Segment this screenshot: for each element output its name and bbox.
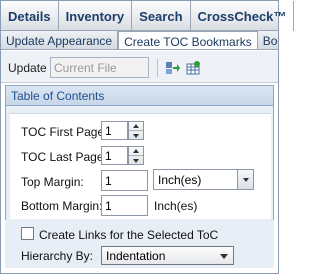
hierarchy-label: Hierarchy By: [21,249,94,263]
panel-title: Table of Contents [6,86,273,106]
subtab-create-toc-bookmarks[interactable]: Create TOC Bookmarks [118,31,258,49]
tab-search[interactable]: Search [132,1,191,31]
chevron-down-icon[interactable] [220,254,228,259]
arrow-right-icon[interactable] [165,60,181,76]
toc-first-page-input[interactable]: 1 [101,121,128,140]
tab-crosscheck[interactable]: CrossCheck™ [191,1,295,31]
spin-down-icon[interactable] [129,156,143,165]
bottom-margin-label: Bottom Margin: [21,199,103,213]
spin-up-icon[interactable] [129,122,143,131]
spin-up-icon[interactable] [129,147,143,156]
update-label: Update [8,61,47,75]
update-input[interactable]: Current File [50,57,149,78]
chevron-down-icon[interactable] [237,170,253,189]
tab-details[interactable]: Details [1,1,59,31]
sub-tab-bar: Update Appearance Create TOC Bookmarks B… [1,31,278,50]
top-margin-label: Top Margin: [21,175,84,189]
toolbar-separator [157,59,158,77]
spin-down-icon[interactable] [129,131,143,140]
toc-first-page-label: TOC First Page: [21,125,108,139]
subtab-update-appearance[interactable]: Update Appearance [1,31,119,49]
toc-first-page-spinner[interactable] [128,121,144,140]
hierarchy-select[interactable]: Indentation [101,246,234,265]
toc-last-page-spinner[interactable] [128,146,144,165]
tab-inventory[interactable]: Inventory [59,1,133,31]
create-links-checkbox[interactable] [21,227,34,240]
toc-last-page-input[interactable]: 1 [101,146,128,165]
create-links-label: Create Links for the Selected ToC [39,228,219,242]
refresh-grid-icon[interactable] [185,60,201,76]
subtab-bookmarks[interactable]: Bookm [257,31,278,49]
bottom-margin-unit: Inch(es) [154,199,198,213]
hierarchy-value: Indentation [106,249,166,263]
top-margin-input[interactable]: 1 [101,170,148,191]
top-margin-unit-value: Inch(es) [158,173,202,187]
update-toolbar: Update Current File [1,51,278,83]
top-margin-unit-select[interactable]: Inch(es) [153,169,254,190]
top-tab-bar: Details Inventory Search CrossCheck™ [1,1,295,31]
bottom-margin-input[interactable]: 1 [101,195,148,216]
toc-last-page-label: TOC Last Page: [21,150,107,164]
